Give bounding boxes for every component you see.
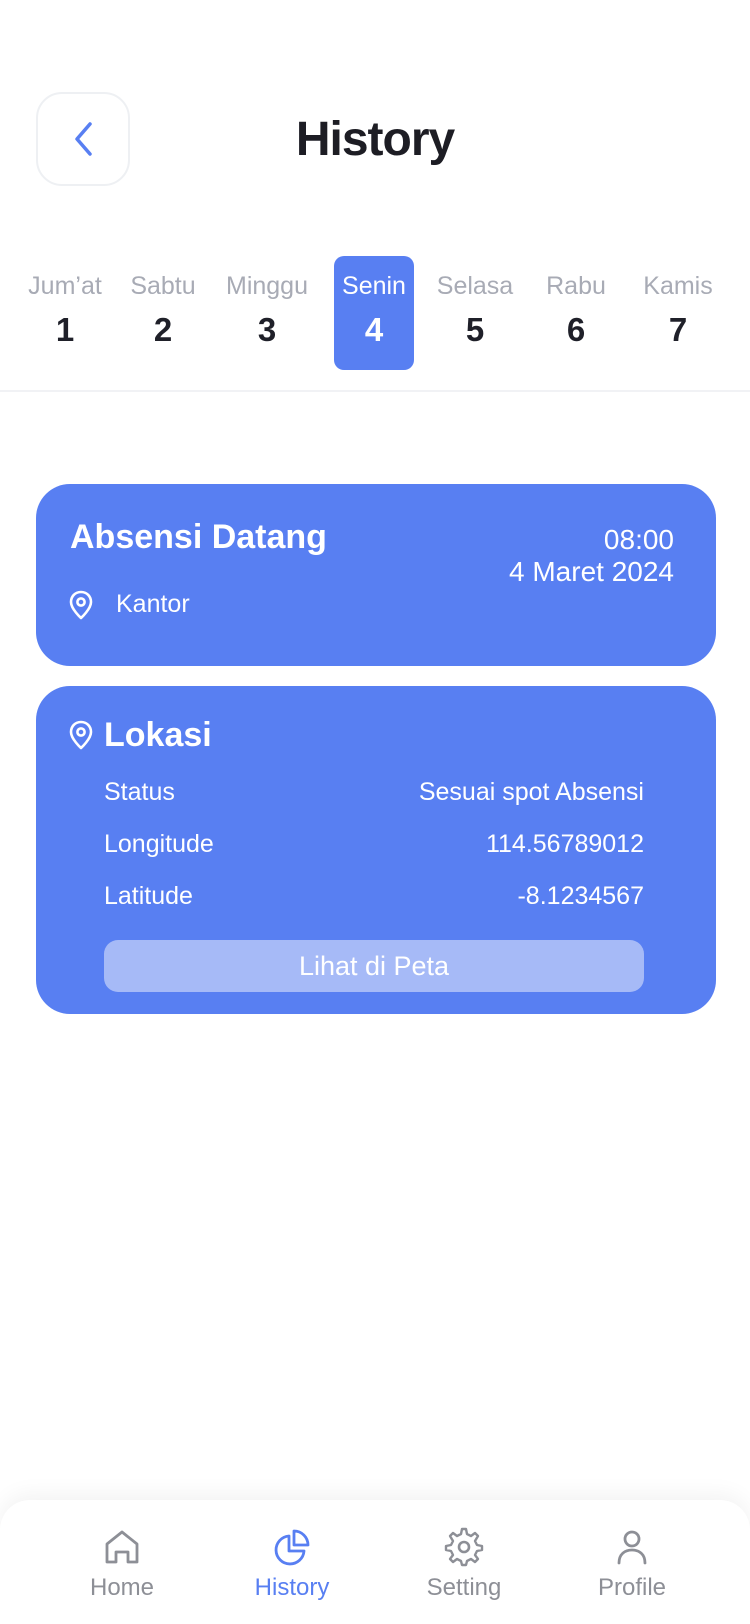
- attendance-title: Absensi Datang: [70, 518, 327, 556]
- day-name: Rabu: [546, 272, 606, 300]
- nav-label: Home: [89, 1574, 155, 1601]
- day-number: 4: [364, 311, 384, 348]
- day-item[interactable]: Rabu 6: [531, 256, 621, 370]
- day-number: 7: [668, 311, 688, 348]
- day-name: Senin: [342, 272, 406, 300]
- day-item[interactable]: Minggu 3: [222, 256, 312, 370]
- row-label: Longitude: [104, 830, 214, 858]
- attendance-card[interactable]: Absensi Datang 08:00 4 Maret 2024 Kantor: [36, 484, 716, 666]
- row-value: -8.1234567: [517, 882, 644, 910]
- attendance-time: 08:00: [603, 524, 674, 555]
- row-value: 114.56789012: [485, 830, 644, 858]
- pie-chart-icon: [274, 1529, 310, 1566]
- day-number: 1: [55, 311, 75, 348]
- bottom-navigation: Home History Setting Profile: [0, 1500, 750, 1624]
- day-item[interactable]: Sabtu 2: [118, 256, 208, 370]
- day-name: Kamis: [643, 272, 713, 300]
- location-card: Lokasi Status Sesuai spot Absensi Longit…: [36, 686, 716, 1014]
- nav-label: History: [254, 1574, 330, 1601]
- day-item[interactable]: Jum’at 1: [20, 256, 110, 370]
- attendance-place: Kantor: [116, 590, 190, 618]
- location-status-row: Status Sesuai spot Absensi: [104, 778, 644, 812]
- location-pin-icon: [69, 590, 93, 620]
- nav-profile[interactable]: Profile: [562, 1526, 702, 1602]
- home-icon: [105, 1530, 139, 1564]
- attendance-date: 4 Maret 2024: [509, 556, 674, 587]
- day-name: Selasa: [436, 272, 514, 300]
- row-label: Latitude: [104, 882, 193, 910]
- view-on-map-button[interactable]: Lihat di Peta: [104, 940, 644, 992]
- nav-home[interactable]: Home: [52, 1526, 192, 1602]
- row-value: Sesuai spot Absensi: [418, 778, 644, 806]
- day-name: Minggu: [226, 272, 308, 300]
- row-label: Status: [104, 778, 175, 806]
- location-title: Lokasi: [104, 716, 212, 754]
- history-screen: History Jum’at 1 Sabtu 2 Minggu 3 Senin …: [0, 0, 750, 1624]
- day-item[interactable]: Kamis 7: [633, 256, 723, 370]
- nav-label: Setting: [426, 1574, 502, 1601]
- day-item-selected[interactable]: Senin 4: [334, 256, 414, 370]
- nav-label: Profile: [597, 1574, 667, 1601]
- day-name: Jum’at: [28, 272, 102, 300]
- user-icon: [617, 1530, 647, 1565]
- gear-icon: [444, 1527, 484, 1567]
- date-selector: Jum’at 1 Sabtu 2 Minggu 3 Senin 4 Selasa…: [0, 256, 750, 392]
- location-latitude-row: Latitude -8.1234567: [104, 882, 644, 916]
- day-item[interactable]: Selasa 5: [430, 256, 520, 370]
- page-title: History: [295, 113, 455, 166]
- location-pin-icon: [69, 720, 93, 750]
- day-number: 5: [465, 311, 485, 348]
- day-name: Sabtu: [130, 272, 196, 300]
- nav-setting[interactable]: Setting: [394, 1526, 534, 1602]
- day-number: 2: [153, 311, 173, 348]
- day-number: 3: [257, 311, 277, 348]
- day-number: 6: [566, 311, 586, 348]
- location-longitude-row: Longitude 114.56789012: [104, 830, 644, 864]
- nav-history[interactable]: History: [222, 1526, 362, 1602]
